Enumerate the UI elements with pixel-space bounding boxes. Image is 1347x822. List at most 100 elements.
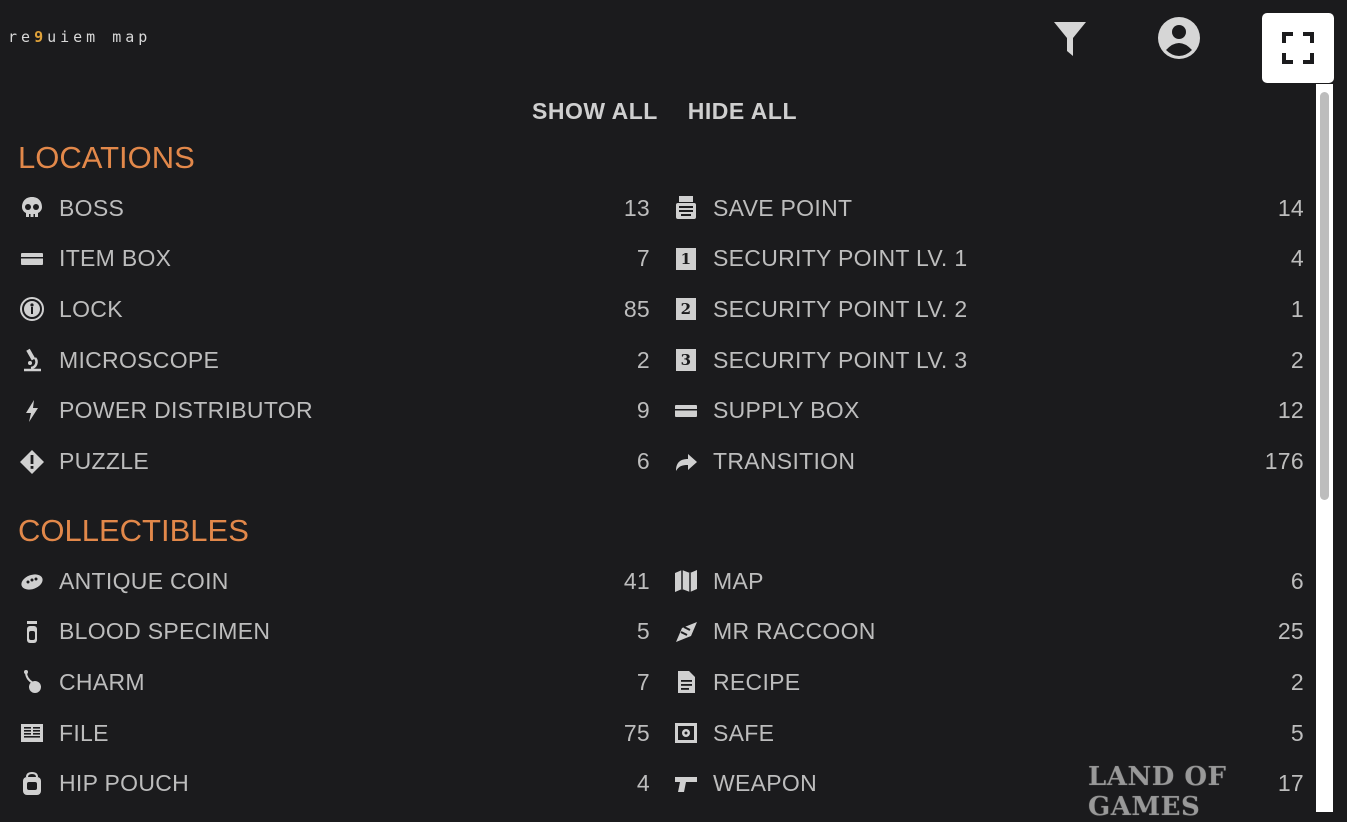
typewriter-icon [672,194,700,222]
hide-all-button[interactable]: HIDE ALL [688,98,797,125]
category-label: BOSS [59,194,125,221]
filter-icon [1054,22,1086,56]
app-logo[interactable]: re9uiem map [8,28,151,46]
category-label: MAP [713,567,764,594]
category-label: SECURITY POINT LV. 2 [713,295,968,322]
item-box-icon [18,245,46,273]
lock-icon [18,295,46,323]
category-label: TRANSITION [713,448,856,474]
category-row[interactable]: BOSS 13 [18,188,650,228]
category-count: 7 [636,668,650,695]
category-count: 41 [623,567,650,594]
category-count: 5 [636,618,650,645]
charm-icon [18,668,46,696]
visibility-toggles: SHOW ALL HIDE ALL [532,98,797,125]
logo-text-nine: 9 [34,28,48,46]
map-icon [672,567,700,595]
category-label: LOCK [59,295,123,322]
category-count: 1 [1290,295,1304,322]
puzzle-diamond-icon [18,448,46,476]
category-label: SECURITY POINT LV. 1 [713,245,968,272]
category-label: SECURITY POINT LV. 3 [713,346,968,373]
safe-icon [672,719,700,747]
scrollbar[interactable] [1316,84,1333,812]
category-row[interactable]: FILE 75 [18,713,650,753]
category-label: MR RACCOON [713,618,876,645]
category-count: 13 [623,194,650,221]
specimen-vial-icon [18,618,46,646]
fullscreen-button[interactable] [1262,13,1334,83]
category-count: 6 [1290,567,1304,594]
show-all-button[interactable]: SHOW ALL [532,98,658,125]
category-label: FILE [59,719,109,746]
category-count: 14 [1277,194,1304,221]
category-row[interactable]: MAP 6 [672,561,1304,601]
recipe-document-icon [672,668,700,696]
category-label: HIP POUCH [59,770,190,797]
supply-box-icon [672,397,700,425]
logo-text-start: re [8,28,35,46]
category-label: PUZZLE [59,448,149,474]
category-count: 12 [1277,397,1304,424]
category-row[interactable]: SAVE POINT 14 [672,188,1304,228]
category-label: ANTIQUE COIN [59,567,229,594]
category-label: SUPPLY BOX [713,397,860,424]
category-row[interactable]: 2 SECURITY POINT LV. 2 1 [672,289,1304,329]
category-row[interactable]: ITEM BOX 7 [18,239,650,279]
category-label: SAVE POINT [713,194,853,221]
account-button[interactable] [1157,16,1201,60]
section-title-locations: LOCATIONS [18,140,195,175]
category-count: 176 [1264,448,1304,474]
microscope-icon [18,346,46,374]
arrow-forward-icon [672,448,700,476]
file-icon [18,719,46,747]
category-label: BLOOD SPECIMEN [59,618,271,645]
category-count: 4 [636,770,650,797]
category-row[interactable]: HIP POUCH 4 [18,764,650,804]
lightning-icon [18,397,46,425]
category-count: 2 [1290,668,1304,695]
category-row[interactable]: TRANSITION 176 [672,442,1304,482]
category-count: 4 [1290,245,1304,272]
category-label: MICROSCOPE [59,346,220,373]
category-count: 9 [636,397,650,424]
category-count: 6 [636,448,650,474]
antique-coin-icon [18,567,46,595]
category-row[interactable]: POWER DISTRIBUTOR 9 [18,391,650,431]
category-row[interactable]: PUZZLE 6 [18,442,650,482]
security-level-2-icon: 2 [672,295,700,323]
category-row[interactable]: MR RACCOON 25 [672,612,1304,652]
category-label: ITEM BOX [59,245,172,272]
category-row[interactable]: SUPPLY BOX 12 [672,391,1304,431]
category-count: 7 [636,245,650,272]
fullscreen-icon [1282,32,1314,64]
category-row[interactable]: CHARM 7 [18,662,650,702]
category-row[interactable]: 1 SECURITY POINT LV. 1 4 [672,239,1304,279]
raccoon-icon [672,618,700,646]
account-circle-icon [1158,17,1200,59]
category-row[interactable]: MICROSCOPE 2 [18,340,650,380]
category-label: SAFE [713,719,775,746]
category-count: 75 [623,719,650,746]
skull-icon [18,194,46,222]
category-label: CHARM [59,668,145,695]
category-row[interactable]: LOCK 85 [18,289,650,329]
category-row[interactable]: SAFE 5 [672,713,1304,753]
section-title-collectibles: COLLECTIBLES [18,513,249,548]
category-count: 85 [623,295,650,322]
category-row[interactable]: RECIPE 2 [672,662,1304,702]
watermark: LAND OF GAMES [1088,762,1227,822]
security-level-1-icon: 1 [672,245,700,273]
category-row[interactable]: 3 SECURITY POINT LV. 3 2 [672,340,1304,380]
category-count: 5 [1290,719,1304,746]
category-label: RECIPE [713,668,801,695]
hip-pouch-icon [18,770,46,798]
filter-button[interactable] [1050,18,1090,60]
category-row[interactable]: BLOOD SPECIMEN 5 [18,612,650,652]
security-level-3-icon: 3 [672,346,700,374]
category-count: 2 [1290,346,1304,373]
category-count: 25 [1277,618,1304,645]
scrollbar-thumb[interactable] [1320,92,1329,500]
logo-text-end: uiem map [47,28,152,46]
category-row[interactable]: ANTIQUE COIN 41 [18,561,650,601]
